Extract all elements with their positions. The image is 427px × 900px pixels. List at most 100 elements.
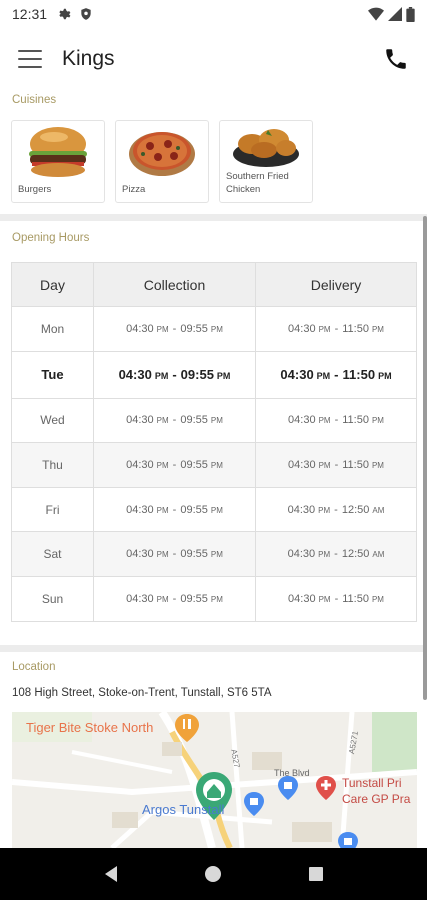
phone-icon[interactable]: [383, 46, 409, 72]
ampm: PM: [156, 550, 169, 560]
back-icon[interactable]: [96, 859, 126, 889]
ampm: PM: [378, 371, 392, 382]
cuisine-list: Burgers Pizza Southern Fried Chicken: [11, 120, 313, 203]
separator: -: [334, 322, 339, 335]
shield-icon: [81, 8, 91, 20]
time-from: 04:30: [288, 322, 316, 335]
separator: -: [334, 592, 339, 605]
page-title: Kings: [62, 47, 115, 70]
cuisine-card-southern-fried-chicken[interactable]: Southern Fried Chicken: [219, 120, 313, 203]
separator: -: [172, 503, 177, 516]
hours-row: Sun 04:30 PM -09:55 PM 04:30 PM -11:50 PM: [11, 575, 417, 622]
day-cell: Mon: [11, 306, 94, 352]
status-time: 12:31: [12, 6, 48, 22]
ampm: PM: [210, 416, 223, 426]
column-header-collection: Collection: [93, 262, 256, 307]
time-from: 04:30: [126, 458, 154, 471]
address-text: 108 High Street, Stoke-on-Trent, Tunstal…: [12, 687, 272, 699]
delivery-hours-cell: 04:30 PM -11:50 PM: [255, 442, 417, 488]
cuisine-name: Southern Fried Chicken: [226, 171, 289, 195]
time-to: 11:50: [342, 367, 376, 383]
ampm: PM: [371, 416, 384, 426]
wifi-icon: [368, 7, 384, 21]
separator: -: [172, 592, 177, 605]
ampm: PM: [371, 324, 384, 334]
time-to: 09:55: [180, 503, 208, 516]
ampm: PM: [210, 460, 223, 470]
time-to: 11:50: [342, 458, 369, 471]
ampm: PM: [210, 594, 223, 604]
opening-hours-table: Day Collection Delivery Mon 04:30 PM -09:55…: [11, 262, 417, 622]
time-from: 04:30: [288, 414, 316, 427]
ampm: PM: [318, 416, 331, 426]
map-label-tunstall-primary: Tunstall Pri: [342, 776, 402, 790]
time-from: 04:30: [288, 458, 316, 471]
status-indicators: [368, 6, 415, 22]
ampm: PM: [318, 505, 331, 515]
menu-icon[interactable]: [18, 50, 42, 68]
map-shopping-pin-icon: [278, 776, 298, 800]
hours-row: Tue 04:30 PM -09:55 PM 04:30 PM -11:50 PM: [11, 350, 417, 399]
map-label-care-gp: Care GP Pra: [342, 792, 411, 806]
ampm: PM: [154, 371, 169, 382]
separator: -: [334, 458, 339, 471]
delivery-hours-cell: 04:30 PM -12:50 AM: [255, 486, 417, 533]
location-map[interactable]: Tiger Bite Stoke North Argos Tunstall Tu…: [12, 712, 417, 848]
section-divider: [0, 214, 427, 221]
delivery-hours-cell: 04:30 PM -11:50 PM: [255, 397, 417, 444]
section-divider: [0, 645, 427, 652]
recents-icon[interactable]: [301, 859, 331, 889]
map-label-the-blvd: The Blvd: [274, 768, 310, 778]
delivery-hours-cell: 04:30 PM -12:50 AM: [255, 531, 417, 577]
hours-row: Thu 04:30 PM -09:55 PM 04:30 PM -11:50 PM: [11, 442, 417, 488]
ampm: PM: [371, 460, 384, 470]
time-to: 12:50: [341, 548, 370, 561]
location-label: Location: [12, 661, 56, 673]
ampm: PM: [318, 550, 331, 560]
cuisine-card-burgers[interactable]: Burgers: [11, 120, 105, 203]
ampm: PM: [156, 324, 169, 334]
ampm: PM: [156, 460, 169, 470]
ampm: PM: [318, 324, 331, 334]
delivery-hours-cell: 04:30 PM -11:50 PM: [255, 306, 417, 352]
day-cell: Wed: [11, 397, 94, 444]
map-shopping-pin-icon: [338, 832, 358, 848]
cuisine-card-pizza[interactable]: Pizza: [115, 120, 209, 203]
signal-icon: [388, 7, 402, 21]
ampm: PM: [371, 594, 384, 604]
hours-row: Sat 04:30 PM -09:55 PM 04:30 PM -12:50 AM: [11, 531, 417, 577]
ampm: PM: [216, 371, 231, 382]
separator: -: [334, 548, 338, 561]
separator: -: [172, 322, 177, 335]
separator: -: [334, 414, 339, 427]
day-cell: Sun: [11, 575, 94, 622]
scrollbar[interactable]: [423, 216, 427, 700]
status-bar: 12:31: [0, 0, 427, 28]
map-medical-pin-icon: [316, 776, 336, 800]
home-icon[interactable]: [198, 859, 228, 889]
separator: -: [172, 414, 177, 427]
settings-gear-icon: [59, 8, 71, 20]
ampm: PM: [156, 505, 169, 515]
ampm: PM: [210, 550, 223, 560]
separator: -: [172, 458, 177, 471]
time-from: 04:30: [126, 592, 154, 605]
day-cell: Fri: [11, 486, 94, 533]
collection-hours-cell: 04:30 PM -09:55 PM: [93, 306, 256, 352]
cuisine-name: Burgers: [18, 184, 52, 195]
collection-hours-cell: 04:30 PM -09:55 PM: [93, 442, 256, 488]
pizza-image: [129, 132, 195, 176]
ampm: PM: [318, 594, 331, 604]
time-from: 04:30: [126, 322, 154, 335]
time-to: 09:55: [180, 367, 214, 383]
opening-hours-label: Opening Hours: [12, 232, 90, 244]
separator: -: [334, 367, 339, 383]
ampm: PM: [210, 324, 223, 334]
ampm: PM: [156, 416, 169, 426]
time-to: 11:50: [342, 592, 369, 605]
map-restaurant-pin-icon: [175, 714, 199, 742]
ampm: PM: [316, 371, 331, 382]
column-header-delivery: Delivery: [255, 262, 417, 307]
time-to: 12:50: [341, 503, 370, 516]
hours-row: Fri 04:30 PM -09:55 PM 04:30 PM -12:50 AM: [11, 486, 417, 533]
